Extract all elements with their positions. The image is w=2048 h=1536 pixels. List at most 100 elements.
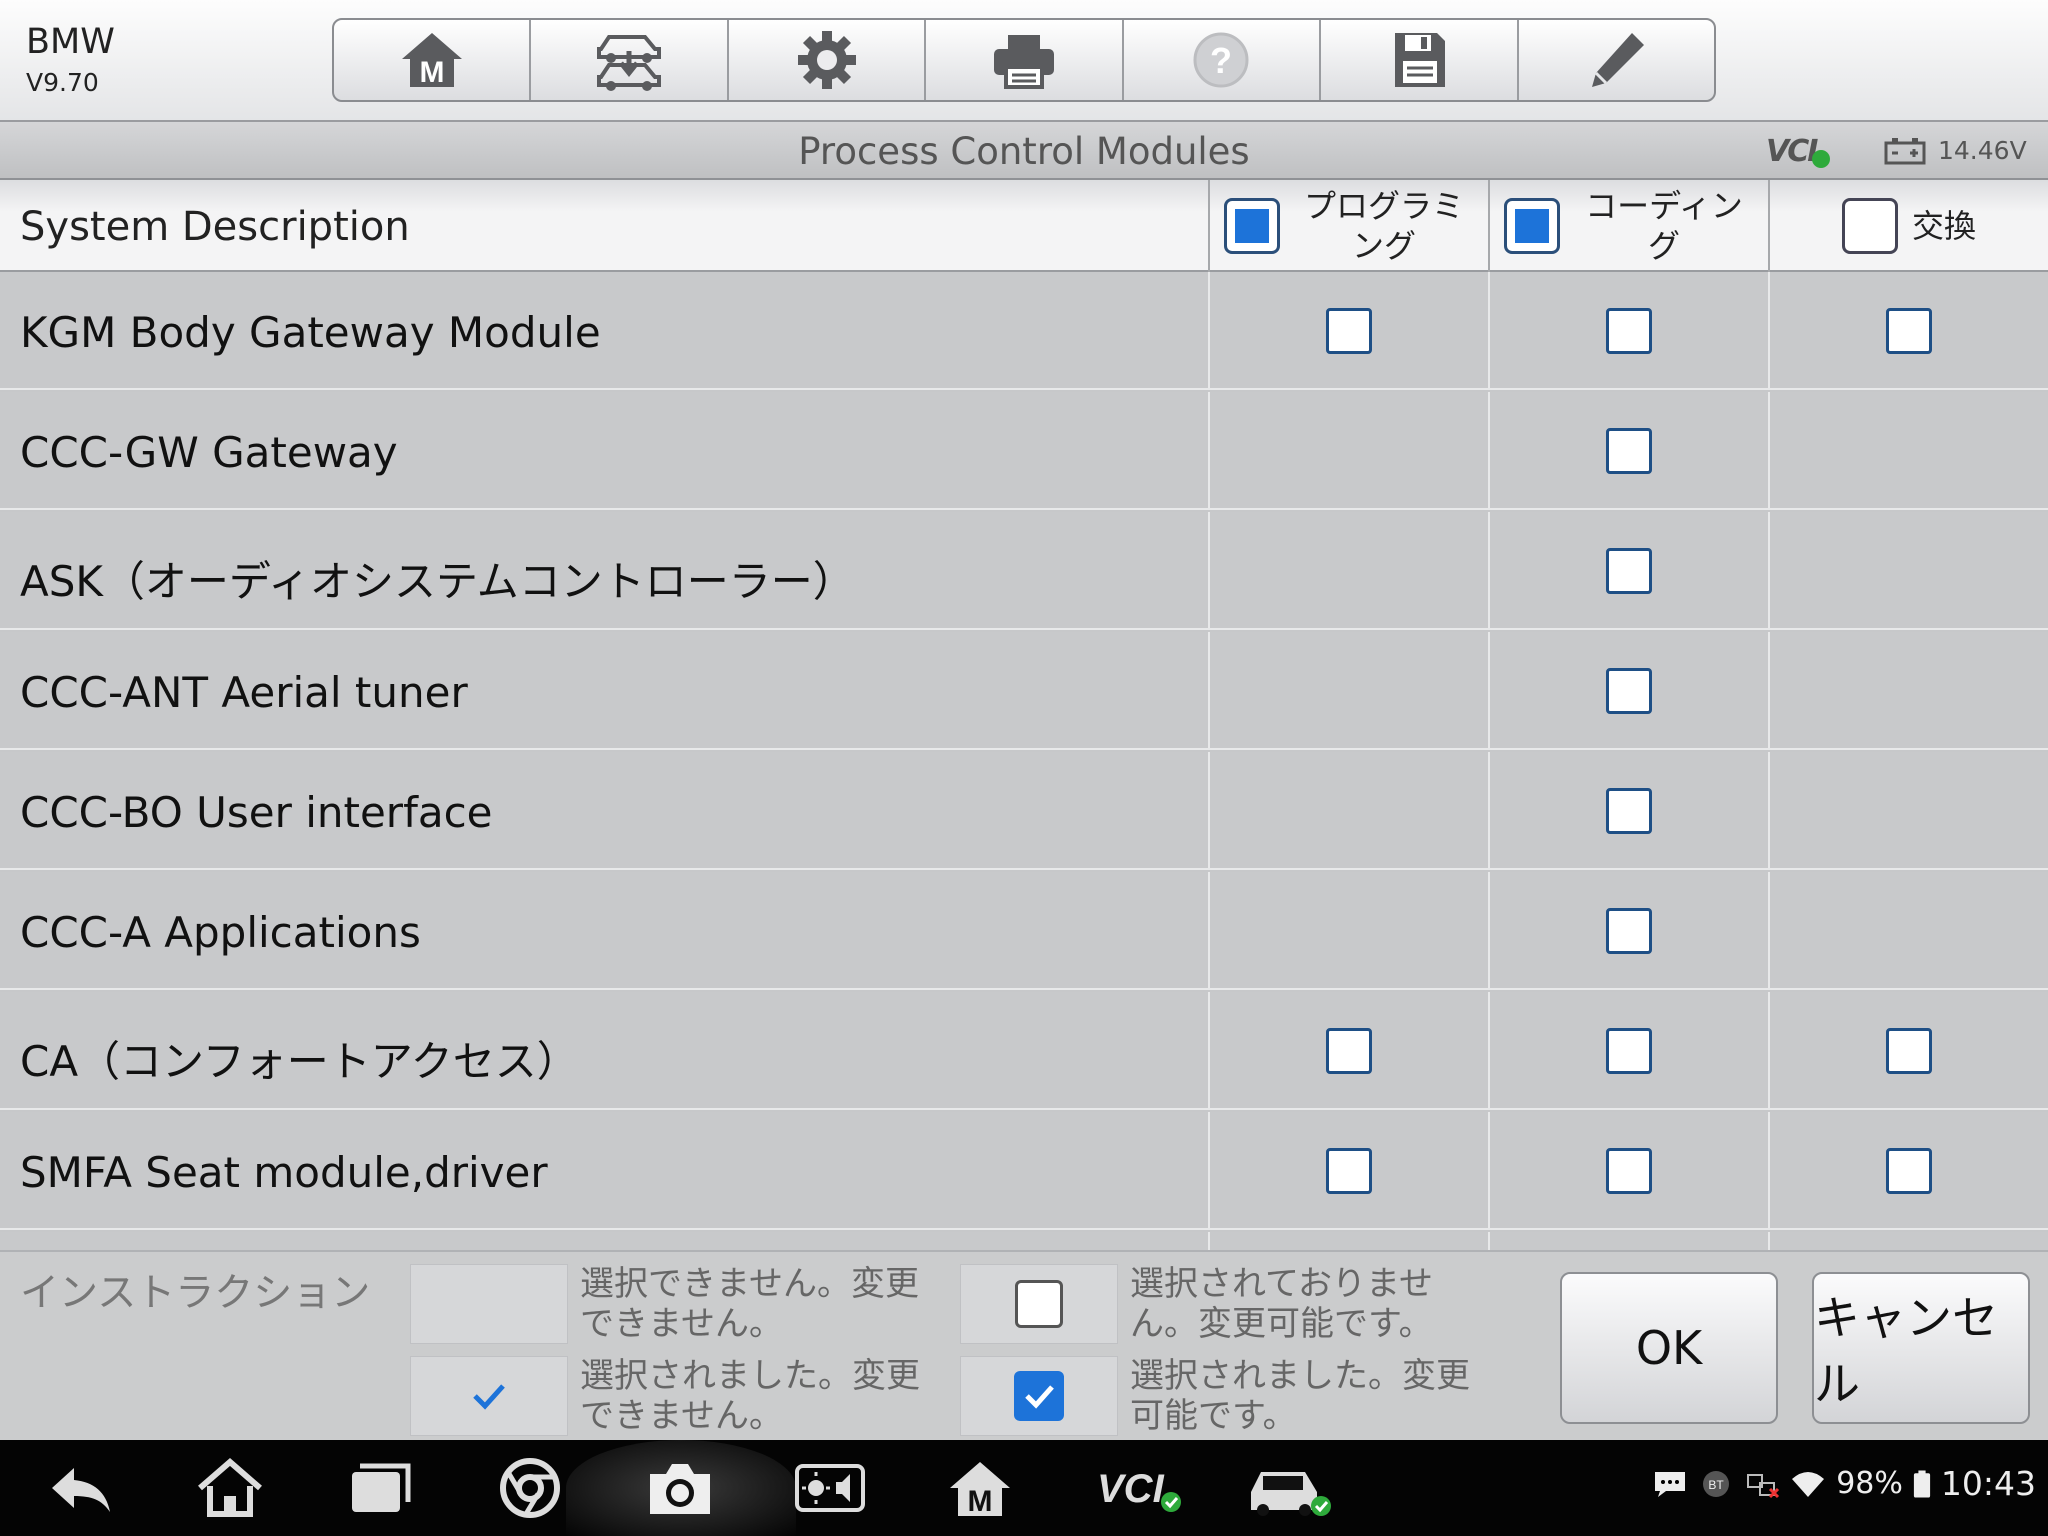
vehicle-nav-button[interactable] [1240,1454,1340,1522]
table-cell [1768,392,2048,510]
vci-nav-button[interactable]: VCI [1090,1454,1190,1522]
select-all-programming-checkbox[interactable] [1224,198,1280,254]
print-button[interactable] [926,20,1124,100]
screenshot-button[interactable] [640,1454,720,1522]
table-row: SMFA Seat module,driver [0,1112,2048,1230]
system-nav-bar: M VCI BT 98% 10:43 [0,1440,2048,1536]
column-header-replacement[interactable]: 交換 [1768,180,2048,272]
wifi-icon [1790,1469,1826,1499]
table-cell [1488,992,1768,1110]
column-header-label: プログラミング [1303,187,1464,265]
legend-selected-locked-swatch [410,1356,568,1436]
coding-checkbox[interactable] [1606,1148,1652,1194]
home-icon: M [950,1462,1010,1518]
table-cell [1208,1112,1488,1230]
coding-checkbox[interactable] [1606,548,1652,594]
table-cell [1208,752,1488,870]
save-button[interactable] [1321,20,1519,100]
module-table: System Description プログラミング コーディング 交換 KGM… [0,180,2048,1250]
back-button[interactable] [40,1454,120,1522]
table-cell [1488,272,1768,390]
module-name: CCC-GW Gateway [20,428,398,477]
edit-button[interactable] [1519,20,1714,100]
software-version: V9.70 [26,68,99,97]
programming-checkbox[interactable] [1326,1028,1372,1074]
edit-pencil-icon [1592,33,1645,87]
table-cell [1768,752,2048,870]
programming-checkbox[interactable] [1326,1148,1372,1194]
svg-text:M: M [968,1485,993,1518]
legend-selected-locked-text: 選択されました。変更できません。 [580,1356,920,1436]
legend-selected-changeable-swatch [960,1356,1118,1436]
coding-checkbox[interactable] [1606,668,1652,714]
help-button[interactable]: ? [1124,20,1322,100]
vehicle-swap-icon [597,35,662,91]
vci-connected-icon [1812,149,1831,168]
select-all-coding-checkbox[interactable] [1504,198,1560,254]
battery-voltage: 14.46V [1884,136,2027,165]
checkmark-icon [473,1384,505,1410]
table-cell [1768,272,2048,390]
table-cell [1488,1112,1768,1230]
table-cell [1208,272,1488,390]
clock: 10:43 [1940,1464,2036,1503]
replacement-checkbox[interactable] [1886,1028,1932,1074]
replacement-checkbox[interactable] [1886,308,1932,354]
ok-button[interactable]: OK [1560,1272,1778,1424]
bluetooth-badge-icon: BT [1698,1469,1734,1499]
table-cell [1208,632,1488,750]
vehicle-make: BMW [26,22,115,62]
status-area: BT 98% 10:43 [1652,1464,2036,1503]
table-cell [1208,512,1488,630]
android-home-icon [198,1458,262,1517]
table-cell [1768,1112,2048,1230]
table-row: CCC-A Applications [0,872,2048,990]
table-row: CA（コンフォートアクセス） [0,992,2048,1110]
browser-button[interactable] [490,1454,570,1522]
table-cell [1768,872,2048,990]
recents-button[interactable] [340,1454,420,1522]
home-button[interactable]: M [334,20,532,100]
settings-button[interactable] [729,20,927,100]
vci-status: VCI [1766,134,1831,169]
module-name: ASK（オーディオシステムコントローラー） [20,557,855,606]
home-icon: M [401,33,462,89]
cancel-button[interactable]: キャンセル [1812,1272,2030,1424]
top-bar: BMW V9.70 M ? [0,0,2048,122]
title-bar: Process Control Modules VCI 14.46V [0,122,2048,180]
coding-checkbox[interactable] [1606,428,1652,474]
replacement-checkbox[interactable] [1886,1148,1932,1194]
svg-text:VCI: VCI [1097,1467,1165,1511]
legend-selected-changeable-text: 選択されました。変更可能です。 [1130,1356,1470,1436]
table-cell [1768,992,2048,1110]
table-header: System Description プログラミング コーディング 交換 [0,180,2048,272]
table-row [0,1232,2048,1250]
table-cell [1768,1232,2048,1250]
column-header-coding[interactable]: コーディング [1488,180,1768,272]
brightness-volume-button[interactable] [790,1454,870,1522]
maxisys-home-button[interactable]: M [940,1454,1020,1522]
table-cell [1208,872,1488,990]
battery-icon [1913,1469,1931,1499]
coding-checkbox[interactable] [1606,908,1652,954]
legend-unselected-changeable-swatch [960,1264,1118,1344]
vehicle-swap-button[interactable] [531,20,729,100]
legend-unselectable-swatch [410,1264,568,1344]
table-cell [1488,1232,1768,1250]
column-header-label: 交換 [1911,207,1976,245]
coding-checkbox[interactable] [1606,308,1652,354]
printer-icon [993,35,1054,89]
coding-checkbox[interactable] [1606,1028,1652,1074]
save-disk-icon [1394,33,1445,87]
chat-notification-icon [1652,1469,1688,1499]
table-cell [1768,512,2048,630]
column-header-programming[interactable]: プログラミング [1208,180,1488,272]
table-cell [1768,632,2048,750]
coding-checkbox[interactable] [1606,788,1652,834]
select-all-replacement-checkbox[interactable] [1841,198,1898,254]
page-title: Process Control Modules [798,130,1250,173]
programming-checkbox[interactable] [1326,308,1372,354]
home-nav-button[interactable] [190,1454,270,1522]
camera-icon [650,1464,710,1514]
table-cell [1488,632,1768,750]
